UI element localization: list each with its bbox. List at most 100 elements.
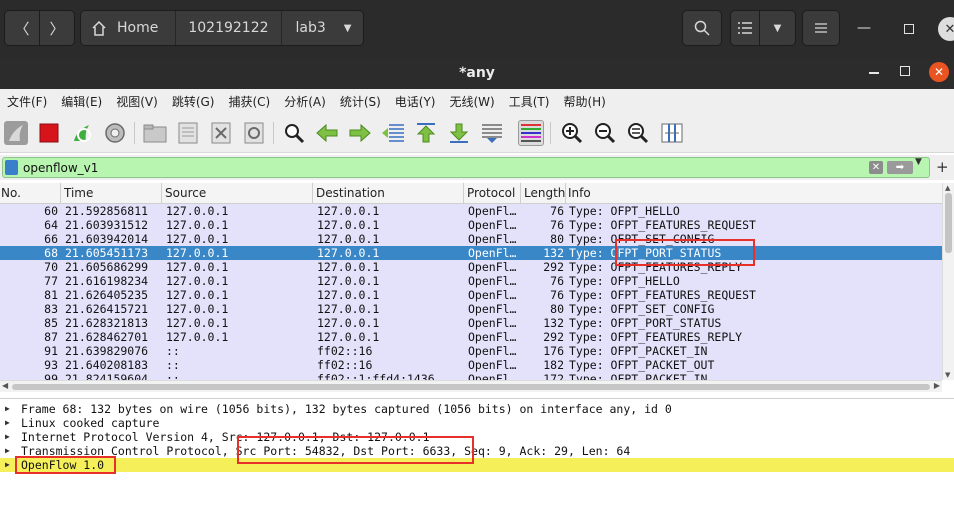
start-capture-button[interactable] [3,120,29,146]
view-options-dropdown[interactable]: ▼ [759,10,796,46]
cell-info: Type: OFPT_FEATURES_REQUEST [569,288,756,302]
table-row[interactable]: 77 21.616198234 127.0.0.1 127.0.0.1 OpenFl… 7… [0,274,942,288]
resize-columns-button[interactable] [659,120,685,146]
detail-tree-item[interactable]: ▶ Linux cooked capture [0,416,954,430]
capture-options-button[interactable] [102,120,128,146]
forward-button[interactable]: 〉 [39,10,75,46]
table-row[interactable]: 60 21.592856811 127.0.0.1 127.0.0.1 OpenFl… 7… [0,204,942,218]
detail-tree-item[interactable]: ▶ Transmission Control Protocol, Src Port… [0,444,954,458]
table-row[interactable]: 85 21.628321813 127.0.0.1 127.0.0.1 OpenFl… 1… [0,316,942,330]
save-file-button[interactable] [175,120,201,146]
search-button[interactable] [682,10,722,46]
expand-arrow-icon[interactable]: ▶ [5,402,10,416]
display-filter-input[interactable] [23,159,863,176]
minimize-button[interactable]: — [857,20,871,36]
reload-file-button[interactable] [241,120,267,146]
column-header-source[interactable]: Source [162,183,313,204]
scroll-left-icon[interactable]: ◀ [2,381,8,390]
back-button[interactable]: 〈 [4,10,40,46]
cell-info: Type: OFPT_SET_CONFIG [569,302,715,316]
table-row[interactable]: 93 21.640208183:: ff02::16 OpenFl… 182 Type: … [0,358,942,372]
first-packet-button[interactable] [413,120,439,146]
table-row[interactable]: 66 21.603942014 127.0.0.1 127.0.0.1 OpenFl… 8… [0,232,942,246]
packet-list-horizontal-scrollbar[interactable]: ◀ ▶ [0,380,942,392]
bookmark-icon[interactable] [5,160,18,175]
close-file-button[interactable] [208,120,234,146]
menu-help[interactable]: 帮助(H) [563,93,605,110]
cell-no: 70 [44,260,58,274]
zoom-normal-button[interactable] [625,120,651,146]
table-row[interactable]: 64 21.603931512 127.0.0.1 127.0.0.1 OpenFl… 7… [0,218,942,232]
expand-arrow-icon[interactable]: ▶ [5,416,10,430]
table-row[interactable]: 81 21.626405235 127.0.0.1 127.0.0.1 OpenFl… 7… [0,288,942,302]
maximize-button[interactable] [904,24,914,34]
detail-tree-label: Transmission Control Protocol, Src Port:… [21,444,631,458]
main-menu-button[interactable] [802,10,840,46]
packet-list-vertical-scrollbar[interactable]: ▲ ▼ [942,183,954,380]
cell-info: Type: OFPT_FEATURES_REQUEST [569,218,756,232]
stop-capture-button[interactable] [36,120,62,146]
menu-tools[interactable]: 工具(T) [509,93,550,110]
table-row[interactable]: 91 21.639829076:: ff02::16 OpenFl… 176 Type: … [0,344,942,358]
detail-tree-item[interactable]: ▶ Internet Protocol Version 4, Src: 127.0… [0,430,954,444]
column-header-time[interactable]: Time [61,183,162,204]
menu-go[interactable]: 跳转(G) [172,93,215,110]
detail-tree-item[interactable]: ▶ Frame 68: 132 bytes on wire (1056 bits)… [0,402,954,416]
menu-edit[interactable]: 编辑(E) [61,93,102,110]
colorize-button[interactable] [518,120,544,146]
scrollbar-thumb[interactable] [945,193,952,253]
breadcrumb-home[interactable]: Home [81,11,177,45]
menu-file[interactable]: 文件(F) [7,93,47,110]
capture-options-icon [105,123,125,143]
clear-filter-button[interactable]: ✕ [869,161,883,174]
menu-analyze[interactable]: 分析(A) [284,93,326,110]
scroll-right-icon[interactable]: ▶ [934,381,940,390]
expand-arrow-icon[interactable]: ▶ [5,444,10,458]
menu-telephony[interactable]: 电话(Y) [395,93,436,110]
find-packet-button[interactable] [281,120,307,146]
expand-arrow-icon[interactable]: ▶ [5,430,10,444]
menu-capture[interactable]: 捕获(C) [228,93,270,110]
expand-arrow-icon[interactable]: ▶ [5,458,10,472]
cell-info: Type: OFPT_PORT_STATUS [569,246,722,260]
zoom-in-button[interactable] [559,120,585,146]
open-file-button[interactable] [142,120,168,146]
cell-time: 21.603931512 [65,218,149,232]
go-back-button[interactable] [314,120,340,146]
autoscroll-button[interactable] [479,120,505,146]
add-filter-button[interactable]: + [936,158,949,176]
ws-minimize-button[interactable] [869,72,879,74]
apply-filter-button[interactable]: ➡ [887,161,913,174]
table-row[interactable]: 87 21.628462701 127.0.0.1 127.0.0.1 OpenFl… 2… [0,330,942,344]
table-row[interactable]: 83 21.626415721 127.0.0.1 127.0.0.1 OpenFl… 8… [0,302,942,316]
table-row[interactable]: 68 21.605451173 127.0.0.1 127.0.0.1 OpenFl… 1… [0,246,942,260]
cell-time: 21.626405235 [65,288,149,302]
column-header-no[interactable]: No. [0,183,61,204]
chevron-right-icon: 〉 [49,19,65,38]
ws-close-button[interactable]: ✕ [929,62,949,82]
menu-statistics[interactable]: 统计(S) [340,93,381,110]
zoom-out-button[interactable] [592,120,618,146]
go-forward-button[interactable] [347,120,373,146]
go-to-packet-button[interactable] [380,120,406,146]
filter-history-dropdown[interactable]: ▼ [915,157,922,167]
scrollbar-thumb[interactable] [12,384,930,390]
restart-capture-button[interactable] [69,120,95,146]
close-button[interactable]: ✕ [938,17,954,41]
column-header-info[interactable]: Info [566,183,942,204]
breadcrumb-current-folder[interactable]: lab3 ▼ [282,11,363,45]
column-header-destination[interactable]: Destination [313,183,464,204]
list-view-button[interactable] [730,10,760,46]
table-row[interactable]: 70 21.605686299 127.0.0.1 127.0.0.1 OpenFl… 2… [0,260,942,274]
scroll-down-icon[interactable]: ▼ [945,371,950,379]
detail-tree-item[interactable]: ▶ OpenFlow 1.0 [0,458,954,472]
column-header-protocol[interactable]: Protocol [464,183,521,204]
scroll-up-icon[interactable]: ▲ [945,184,950,192]
table-row[interactable]: 99 21.824159604:: ff02::1:ffd4:1436 OpenFl…… [0,372,942,380]
ws-maximize-button[interactable] [900,66,910,76]
menu-wireless[interactable]: 无线(W) [450,93,495,110]
breadcrumb-folder[interactable]: 102192122 [176,11,282,45]
menu-view[interactable]: 视图(V) [116,93,158,110]
last-packet-button[interactable] [446,120,472,146]
column-header-length[interactable]: Length [521,183,566,204]
